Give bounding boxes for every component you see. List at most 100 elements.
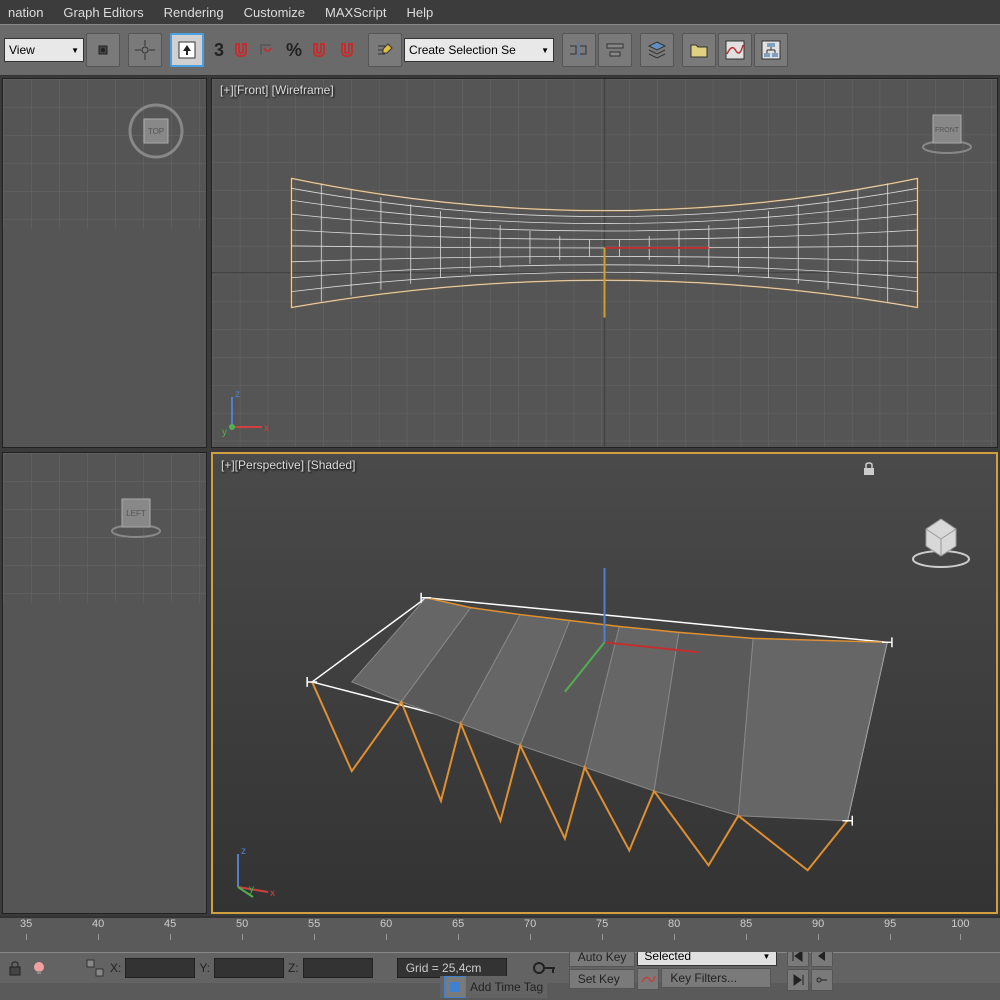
pivot-center-button[interactable] (86, 33, 120, 67)
spinner-value: 3 (212, 40, 226, 61)
viewcube-perspective[interactable] (906, 504, 976, 574)
viewport-top[interactable]: TOP (2, 78, 207, 448)
timeline-ruler[interactable]: 35 40 45 50 55 60 65 70 75 80 85 90 95 1… (20, 918, 980, 948)
viewport-front[interactable]: [+][Front] [Wireframe] (211, 78, 998, 448)
key-curve-icon[interactable] (637, 968, 659, 990)
timeline[interactable]: 35 40 45 50 55 60 65 70 75 80 85 90 95 1… (0, 916, 1000, 952)
svg-text:y: y (249, 884, 254, 895)
svg-text:LEFT: LEFT (126, 509, 146, 518)
svg-text:z: z (235, 389, 240, 400)
main-toolbar: View 3 % Create Selection Se (0, 24, 1000, 76)
svg-text:x: x (264, 423, 269, 434)
z-label: Z: (286, 961, 301, 975)
snap-percent-button[interactable] (306, 37, 332, 63)
timeline-tick: 100 (951, 918, 969, 930)
reference-coord-dropdown[interactable]: View (4, 38, 84, 62)
y-input[interactable] (214, 958, 284, 978)
menu-customize[interactable]: Customize (244, 5, 305, 20)
angle-magnet-icon (258, 39, 280, 61)
pivot-icon (93, 40, 113, 60)
key-mode-toggle-icon[interactable] (811, 969, 833, 991)
timeline-tick: 85 (740, 918, 752, 930)
lock-selection-icon[interactable] (4, 957, 26, 979)
axis-gizmo: z x y (222, 387, 272, 437)
folder-icon (688, 39, 710, 61)
menu-animation[interactable]: nation (8, 5, 43, 20)
set-key-button[interactable]: Set Key (569, 969, 636, 989)
timeline-tick: 80 (668, 918, 680, 930)
transform-type-icon[interactable] (84, 957, 106, 979)
status-bar: X: Y: Z: Grid = 25,4cm Auto Key Set Key … (0, 952, 1000, 983)
svg-text:y: y (222, 427, 227, 437)
bulb-icon[interactable] (28, 957, 50, 979)
menu-rendering[interactable]: Rendering (164, 5, 224, 20)
layers-button[interactable] (640, 33, 674, 67)
mirror-button[interactable] (562, 33, 596, 67)
goto-end-icon[interactable] (787, 969, 809, 991)
timeline-tick: 75 (596, 918, 608, 930)
svg-text:FRONT: FRONT (935, 127, 960, 134)
svg-text:x: x (270, 888, 275, 899)
menu-graph-editors[interactable]: Graph Editors (63, 5, 143, 20)
magnet-icon (231, 40, 251, 60)
curve-icon (724, 39, 746, 61)
menu-bar: nation Graph Editors Rendering Customize… (0, 0, 1000, 24)
open-button[interactable] (682, 33, 716, 67)
schematic-icon (760, 39, 782, 61)
viewport-grid (3, 453, 207, 603)
viewport-perspective[interactable]: [+][Perspective] [Shaded] (211, 452, 998, 914)
viewport-content (213, 454, 996, 910)
align-icon (605, 40, 625, 60)
timeline-tick: 95 (884, 918, 896, 930)
snap-toggle-1[interactable] (228, 37, 254, 63)
pencil-list-icon (375, 40, 395, 60)
add-time-tag-label[interactable]: Add Time Tag (470, 980, 543, 994)
x-input[interactable] (125, 958, 195, 978)
tag-icon[interactable] (444, 976, 466, 998)
viewcube-top[interactable]: TOP (126, 99, 186, 159)
curve-editor-button[interactable] (718, 33, 752, 67)
align-button[interactable] (598, 33, 632, 67)
y-label: Y: (197, 961, 212, 975)
menu-help[interactable]: Help (406, 5, 433, 20)
key-filters-button[interactable]: Key Filters... (661, 968, 771, 988)
mirror-icon (567, 38, 591, 62)
layers-icon (646, 39, 668, 61)
grid-display: Grid = 25,4cm (397, 958, 507, 978)
svg-text:z: z (241, 846, 246, 857)
timeline-tick: 40 (92, 918, 104, 930)
lock-icon[interactable] (862, 462, 876, 476)
spinner-snap-button[interactable] (334, 37, 360, 63)
x-label: X: (108, 961, 123, 975)
timeline-tick: 45 (164, 918, 176, 930)
snap-angle-button[interactable] (256, 37, 282, 63)
axis-gizmo: z x y (223, 842, 283, 902)
viewcube-left[interactable]: LEFT (106, 483, 166, 543)
keyboard-shortcut-toggle[interactable] (170, 33, 204, 67)
timeline-tick: 70 (524, 918, 536, 930)
svg-text:TOP: TOP (148, 127, 164, 136)
select-manipulate-button[interactable] (128, 33, 162, 67)
magnet-icon (309, 40, 329, 60)
viewport-label[interactable]: [+][Front] [Wireframe] (220, 83, 334, 97)
timeline-tick: 65 (452, 918, 464, 930)
add-time-tag-row: Add Time Tag (440, 976, 547, 998)
percent-label: % (284, 40, 304, 61)
viewport-left[interactable]: LEFT (2, 452, 207, 914)
viewport-label[interactable]: [+][Perspective] [Shaded] (221, 458, 355, 472)
edit-named-selection-button[interactable] (368, 33, 402, 67)
viewport-grid (212, 79, 997, 447)
menu-maxscript[interactable]: MAXScript (325, 5, 386, 20)
magnet-icon (337, 40, 357, 60)
key-icon (531, 958, 555, 978)
manipulate-icon (135, 40, 155, 60)
timeline-tick: 90 (812, 918, 824, 930)
z-input[interactable] (303, 958, 373, 978)
timeline-tick: 60 (380, 918, 392, 930)
timeline-tick: 35 (20, 918, 32, 930)
timeline-tick: 55 (308, 918, 320, 930)
schematic-view-button[interactable] (754, 33, 788, 67)
viewports-container: TOP [+][Front] [Wireframe] (0, 76, 1000, 916)
named-selection-dropdown[interactable]: Create Selection Se (404, 38, 554, 62)
viewcube-front[interactable]: FRONT (917, 99, 977, 159)
